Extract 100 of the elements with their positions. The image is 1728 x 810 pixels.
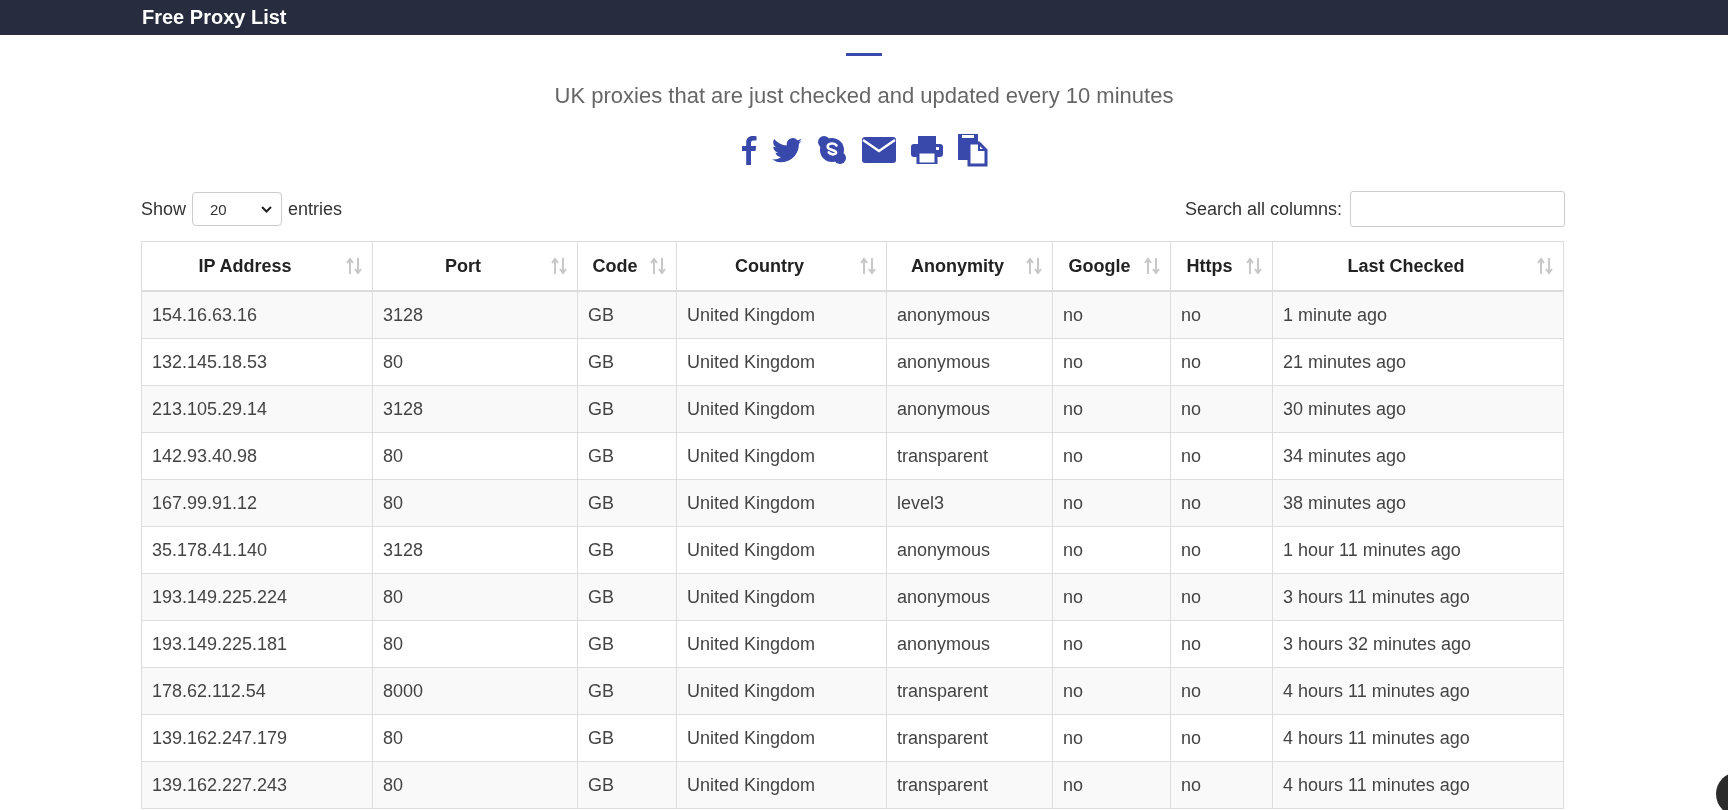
table-cell: level3: [886, 479, 1053, 527]
envelope-icon[interactable]: [861, 137, 896, 163]
sort-icon: [860, 257, 876, 275]
table-cell: United Kingdom: [676, 291, 887, 339]
table-cell: GB: [577, 385, 677, 433]
show-label: Show: [141, 198, 187, 220]
entries-label: entries: [288, 198, 343, 220]
sort-icon: [650, 257, 666, 275]
table-cell: United Kingdom: [676, 338, 887, 386]
title-underline: [846, 53, 882, 56]
table-cell: no: [1052, 338, 1171, 386]
table-cell: United Kingdom: [676, 620, 887, 668]
table-cell: GB: [577, 667, 677, 715]
table-cell: no: [1052, 479, 1171, 527]
table-cell: no: [1170, 573, 1273, 621]
table-cell: anonymous: [886, 338, 1053, 386]
table-cell: no: [1170, 667, 1273, 715]
table-cell: no: [1170, 338, 1273, 386]
table-cell: GB: [577, 432, 677, 480]
table-cell: 193.149.225.224: [141, 573, 373, 621]
printer-icon[interactable]: [910, 136, 943, 164]
sort-icon: [1026, 257, 1042, 275]
table-cell: United Kingdom: [676, 385, 887, 433]
table-cell: transparent: [886, 761, 1053, 809]
table-cell: 30 minutes ago: [1272, 385, 1564, 433]
table-cell: transparent: [886, 432, 1053, 480]
table-cell: anonymous: [886, 620, 1053, 668]
table-cell: 80: [372, 432, 578, 480]
table-cell: 3 hours 11 minutes ago: [1272, 573, 1564, 621]
table-cell: 132.145.18.53: [141, 338, 373, 386]
table-cell: no: [1170, 385, 1273, 433]
table-cell: 3 hours 32 minutes ago: [1272, 620, 1564, 668]
table-cell: 1 minute ago: [1272, 291, 1564, 339]
table-cell: no: [1170, 291, 1273, 339]
table-cell: no: [1052, 761, 1171, 809]
table-cell: no: [1052, 667, 1171, 715]
page-subtitle: UK proxies that are just checked and updated every 10 minutes: [553, 83, 1175, 109]
sort-icon: [346, 257, 362, 275]
table-cell: United Kingdom: [676, 432, 887, 480]
table-cell: 3128: [372, 385, 578, 433]
table-cell: 80: [372, 573, 578, 621]
search-field[interactable]: [1350, 191, 1565, 227]
table-cell: no: [1170, 526, 1273, 574]
table-cell: no: [1052, 385, 1171, 433]
table-cell: United Kingdom: [676, 667, 887, 715]
search-label: Search all columns:: [1184, 198, 1342, 220]
table-cell: no: [1170, 761, 1273, 809]
table-cell: 35.178.41.140: [141, 526, 373, 574]
table-cell: GB: [577, 620, 677, 668]
table-cell: 80: [372, 714, 578, 762]
twitter-icon[interactable]: [771, 137, 802, 163]
table-cell: 142.93.40.98: [141, 432, 373, 480]
table-cell: GB: [577, 338, 677, 386]
table-cell: 154.16.63.16: [141, 291, 373, 339]
table-cell: anonymous: [886, 385, 1053, 433]
table-cell: no: [1052, 526, 1171, 574]
table-cell: 80: [372, 338, 578, 386]
table-cell: no: [1170, 479, 1273, 527]
table-cell: transparent: [886, 714, 1053, 762]
table-cell: United Kingdom: [676, 761, 887, 809]
table-cell: 80: [372, 620, 578, 668]
table-cell: anonymous: [886, 573, 1053, 621]
table-cell: 80: [372, 479, 578, 527]
site-logo[interactable]: Free Proxy List: [142, 6, 287, 29]
table-cell: 4 hours 11 minutes ago: [1272, 714, 1564, 762]
sort-icon: [551, 257, 567, 275]
table-cell: 3128: [372, 526, 578, 574]
table-cell: transparent: [886, 667, 1053, 715]
table-cell: no: [1170, 714, 1273, 762]
sort-icon: [1246, 257, 1262, 275]
table-cell: anonymous: [886, 526, 1053, 574]
table-cell: 21 minutes ago: [1272, 338, 1564, 386]
table-cell: GB: [577, 714, 677, 762]
skype-icon[interactable]: [816, 135, 847, 165]
table-cell: 4 hours 11 minutes ago: [1272, 667, 1564, 715]
table-cell: GB: [577, 573, 677, 621]
table-cell: no: [1052, 714, 1171, 762]
table-cell: 3128: [372, 291, 578, 339]
table-cell: 38 minutes ago: [1272, 479, 1564, 527]
copy-icon[interactable]: [957, 133, 988, 167]
table-cell: 1 hour 11 minutes ago: [1272, 526, 1564, 574]
table-cell: 193.149.225.181: [141, 620, 373, 668]
table-cell: United Kingdom: [676, 573, 887, 621]
chevron-down-icon: [261, 205, 273, 213]
table-cell: 139.162.227.243: [141, 761, 373, 809]
entries-select[interactable]: 20: [192, 192, 283, 226]
table-cell: GB: [577, 761, 677, 809]
table-cell: 178.62.112.54: [141, 667, 373, 715]
table-cell: 80: [372, 761, 578, 809]
table-cell: 8000: [372, 667, 578, 715]
table-cell: no: [1052, 291, 1171, 339]
table-cell: 213.105.29.14: [141, 385, 373, 433]
table-cell: United Kingdom: [676, 479, 887, 527]
facebook-icon[interactable]: [740, 135, 757, 165]
table-cell: United Kingdom: [676, 526, 887, 574]
table-cell: no: [1170, 432, 1273, 480]
table-cell: no: [1052, 620, 1171, 668]
table-cell: 139.162.247.179: [141, 714, 373, 762]
table-cell: United Kingdom: [676, 714, 887, 762]
table-cell: 34 minutes ago: [1272, 432, 1564, 480]
